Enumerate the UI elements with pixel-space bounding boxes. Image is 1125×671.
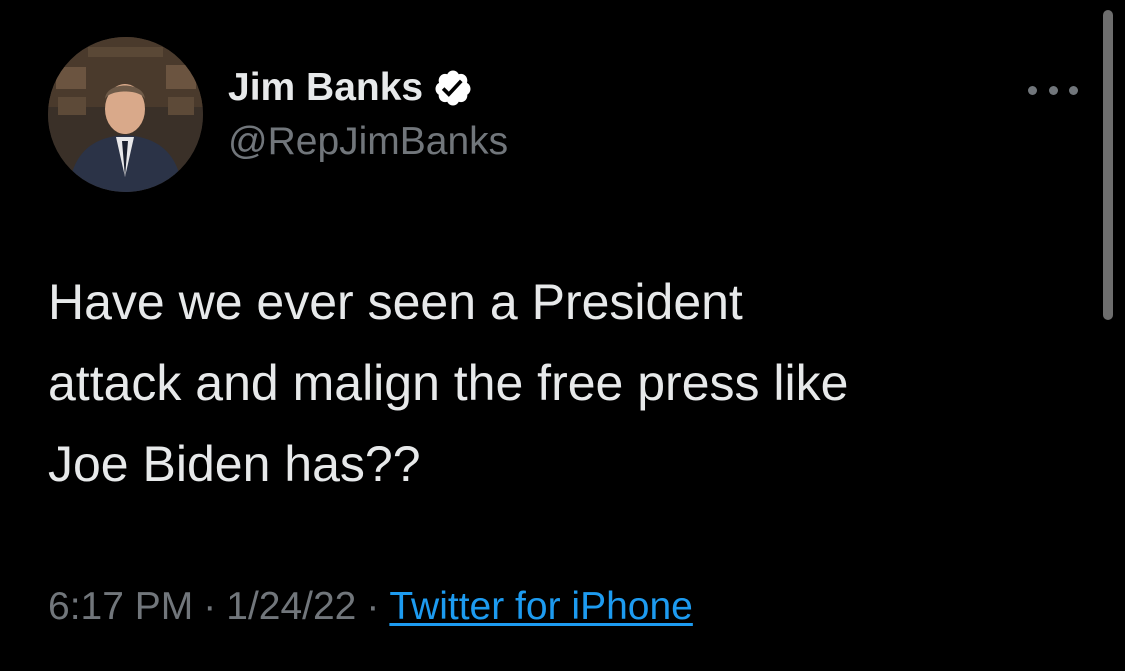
tweet-source-link[interactable]: Twitter for iPhone: [389, 585, 692, 628]
user-handle[interactable]: @RepJimBanks: [228, 120, 508, 164]
more-dot: [1028, 85, 1037, 95]
display-name-text: Jim Banks: [228, 66, 424, 109]
avatar-image: [48, 37, 203, 192]
meta-separator: ·: [366, 585, 380, 628]
tweet-metadata: 6:17 PM · 1/24/22 · Twitter for iPhone: [48, 585, 693, 629]
tweet-text: Have we ever seen a President attack and…: [48, 274, 849, 492]
tweet-card: Jim Banks @RepJimBanks Have we ever seen…: [0, 0, 1125, 671]
more-dot: [1048, 85, 1058, 95]
avatar[interactable]: [48, 37, 203, 192]
scrollbar[interactable]: [1103, 10, 1113, 320]
tweet-time[interactable]: 6:17 PM: [48, 585, 193, 628]
display-name[interactable]: Jim Banks: [228, 66, 473, 110]
more-dot: [1069, 85, 1078, 95]
verified-badge-icon: [435, 70, 471, 106]
meta-separator: ·: [203, 585, 217, 628]
more-options-icon[interactable]: [1028, 80, 1078, 100]
tweet-date[interactable]: 1/24/22: [226, 585, 356, 628]
